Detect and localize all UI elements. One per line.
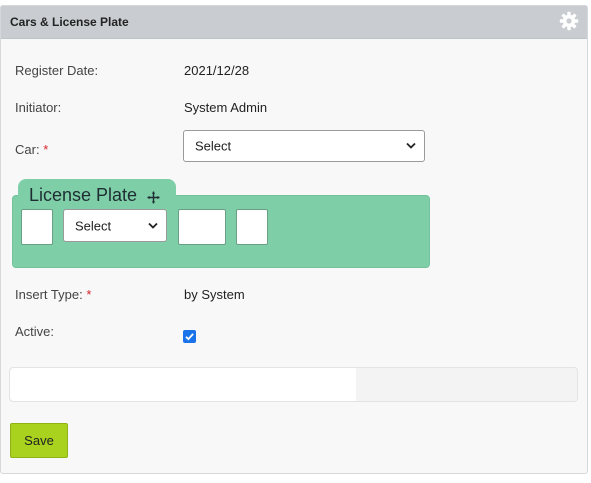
plate-letter-select[interactable]: Select xyxy=(63,209,167,242)
car-select[interactable]: Select xyxy=(183,130,425,162)
register-date-label: Register Date: xyxy=(15,63,99,78)
move-icon[interactable] xyxy=(147,191,160,204)
cars-license-plate-panel: Cars & License Plate Register Date: 2021… xyxy=(0,5,588,474)
insert-type-label: Insert Type: * xyxy=(15,287,91,302)
panel-header: Cars & License Plate xyxy=(1,6,587,39)
required-mark: * xyxy=(86,287,92,302)
progress-bar xyxy=(9,367,578,402)
insert-type-value: by System xyxy=(184,287,245,302)
plate-letter-select-value: Select xyxy=(75,218,112,233)
save-button[interactable]: Save xyxy=(10,423,68,458)
car-select-value: Select xyxy=(195,138,232,154)
gear-icon[interactable] xyxy=(559,11,579,31)
initiator-label: Initiator: xyxy=(15,100,62,115)
insert-type-label-text: Insert Type: xyxy=(15,287,83,302)
plate-region-input[interactable] xyxy=(236,209,268,245)
register-date-value: 2021/12/28 xyxy=(184,63,250,78)
check-icon xyxy=(185,333,194,341)
active-checkbox[interactable] xyxy=(183,330,196,343)
required-mark: * xyxy=(43,142,49,157)
license-plate-tab: License Plate xyxy=(18,179,176,211)
license-plate-title: License Plate xyxy=(29,185,138,205)
chevron-down-icon xyxy=(148,222,158,229)
car-label: Car: * xyxy=(15,142,48,157)
initiator-value: System Admin xyxy=(184,100,268,115)
panel-title: Cars & License Plate xyxy=(10,15,129,29)
active-label: Active: xyxy=(15,324,55,339)
progress-bar-fill xyxy=(10,368,356,401)
car-label-text: Car: xyxy=(15,142,40,157)
plate-number-1-input[interactable] xyxy=(21,209,53,245)
plate-number-2-input[interactable] xyxy=(178,209,226,245)
chevron-down-icon xyxy=(406,142,416,149)
